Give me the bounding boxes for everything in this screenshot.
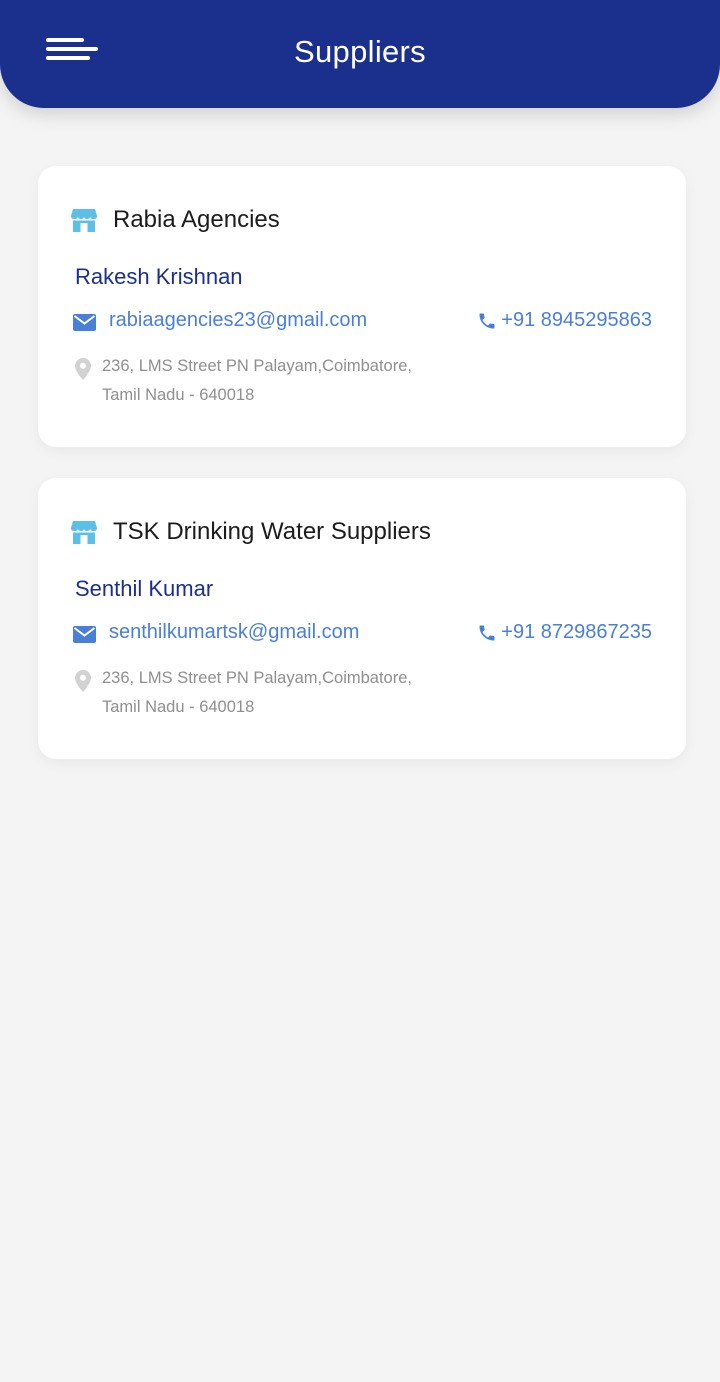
phone-link[interactable]: +91 8729867235 [477, 621, 652, 644]
supplier-name: TSK Drinking Water Suppliers [113, 518, 431, 545]
supplier-name: Rabia Agencies [113, 206, 280, 233]
phone-link[interactable]: +91 8945295863 [477, 309, 652, 332]
mail-icon [73, 314, 96, 331]
address-line-2: Tamil Nadu - 640018 [102, 386, 255, 404]
page-title: Suppliers [294, 34, 426, 69]
email-link[interactable]: senthilkumartsk@gmail.com [109, 621, 359, 644]
address-line-1: 236, LMS Street PN Palayam,Coimbatore, [102, 357, 412, 375]
email-link[interactable]: rabiaagencies23@gmail.com [109, 309, 367, 332]
location-pin-icon [75, 358, 91, 380]
supplier-card[interactable]: TSK Drinking Water Suppliers Senthil Kum… [38, 478, 686, 759]
contact-person-name: Senthil Kumar [75, 576, 214, 601]
mail-icon [73, 626, 96, 643]
contact-person-name: Rakesh Krishnan [75, 264, 243, 289]
phone-icon [479, 313, 495, 328]
phone-icon [479, 625, 495, 640]
address-line-2: Tamil Nadu - 640018 [102, 698, 255, 716]
app-header: Suppliers [0, 0, 720, 108]
store-icon [71, 521, 97, 544]
location-pin-icon [75, 670, 91, 692]
address-line-1: 236, LMS Street PN Palayam,Coimbatore, [102, 669, 412, 687]
supplier-list: Rabia Agencies Rakesh Krishnan rabiaagen… [38, 166, 686, 790]
store-icon [71, 209, 97, 232]
phone-number: +91 8729867235 [501, 621, 652, 643]
phone-number: +91 8945295863 [501, 309, 652, 331]
supplier-card[interactable]: Rabia Agencies Rakesh Krishnan rabiaagen… [38, 166, 686, 447]
